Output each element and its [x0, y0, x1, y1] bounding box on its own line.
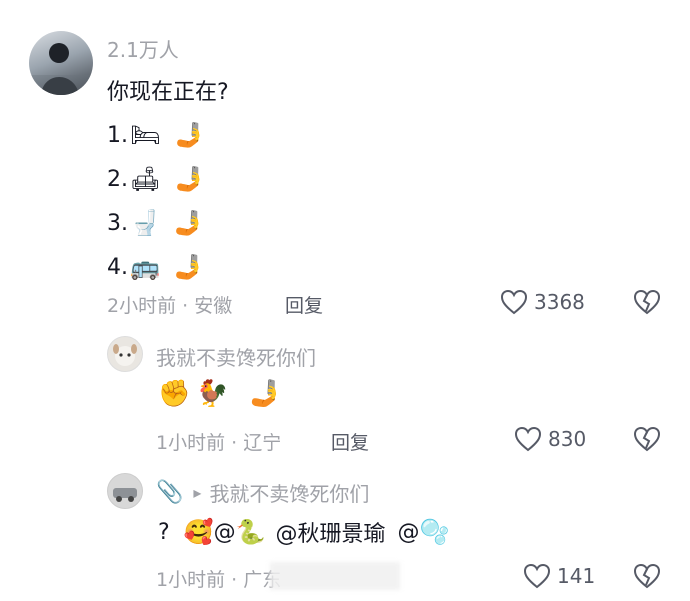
reply-to-user[interactable]: 我就不卖馋死你们: [209, 478, 369, 507]
option-1: 1. 🛏 🤳: [107, 116, 204, 154]
dislike-button[interactable]: [633, 289, 661, 319]
reply-text: ? 🥰 @ 🐍 @秋珊景瑜 @ 🫧: [158, 516, 449, 548]
couch-icon: 🛋: [130, 165, 161, 193]
option-4: 4. 🚌 🤳: [107, 248, 204, 286]
reply-button[interactable]: 回复: [285, 291, 323, 318]
reply-time-location: 1小时前 · 广东: [156, 569, 282, 591]
question-mark: ?: [158, 519, 170, 545]
toilet-icon: 🚽: [130, 209, 160, 237]
reply-button[interactable]: 回复: [331, 428, 369, 455]
like-button[interactable]: 3368: [500, 289, 585, 315]
avatar[interactable]: [107, 473, 143, 509]
broken-heart-icon: [633, 563, 661, 589]
options-list: 1. 🛏 🤳 2. 🛋 🤳 3. 🚽 🤳 4. 🚌 🤳: [107, 116, 204, 286]
blurred-overlay: [270, 562, 400, 590]
comment-text: 你现在正在?: [107, 80, 229, 105]
reply-arrow-icon: ▸: [193, 483, 202, 502]
mention-user[interactable]: @秋珊景瑜: [275, 516, 385, 548]
mention-at[interactable]: @: [214, 520, 236, 545]
like-button[interactable]: 141: [523, 563, 595, 589]
bubbles-icon[interactable]: 🫧: [419, 520, 449, 544]
paperclip-icon[interactable]: 📎: [156, 481, 183, 504]
avatar[interactable]: [29, 31, 93, 95]
heart-icon: [500, 289, 528, 315]
broken-heart-icon: [633, 426, 661, 452]
like-count: 141: [557, 564, 596, 588]
option-number: 1.: [107, 122, 128, 148]
reply-author[interactable]: 我就不卖馋死你们: [156, 342, 316, 371]
avatar-car-icon: [113, 488, 137, 502]
comment-author[interactable]: 2.1万人: [107, 34, 179, 63]
heart-icon: [514, 426, 542, 452]
selfie-hand-icon: 🤳: [173, 253, 204, 281]
broken-heart-icon: [633, 289, 661, 315]
avatar[interactable]: [107, 336, 143, 372]
like-button[interactable]: 830: [514, 426, 586, 452]
option-2: 2. 🛋 🤳: [107, 160, 204, 198]
like-count: 830: [548, 427, 587, 451]
like-count: 3368: [534, 290, 585, 314]
dislike-button[interactable]: [633, 426, 661, 456]
selfie-hand-icon: 🤳: [173, 209, 204, 237]
selfie-hand-icon: 🤳: [174, 121, 205, 149]
dislike-button[interactable]: [633, 563, 661, 593]
option-3: 3. 🚽 🤳: [107, 204, 204, 242]
reply-time-location: 1小时前 · 辽宁: [156, 432, 282, 454]
avatar-dog-icon: [113, 344, 137, 366]
bus-icon: 🚌: [130, 253, 160, 281]
option-number: 2.: [107, 166, 128, 192]
selfie-hand-icon: 🤳: [174, 165, 205, 193]
hug-face-icon: 🥰: [183, 518, 214, 546]
snake-icon[interactable]: 🐍: [236, 520, 266, 544]
option-number: 4.: [107, 254, 128, 280]
heart-icon: [523, 563, 551, 589]
mention-at[interactable]: @: [397, 520, 419, 545]
comment-time-location: 2小时前 · 安徽: [107, 295, 233, 317]
reply-emoji-text: ✊🐓 🤳: [158, 379, 288, 409]
option-number: 3.: [107, 210, 128, 236]
avatar-person-icon: [29, 43, 93, 95]
bed-icon: 🛏: [130, 121, 161, 149]
reply-header: 📎 ▸ 我就不卖馋死你们: [156, 478, 369, 507]
